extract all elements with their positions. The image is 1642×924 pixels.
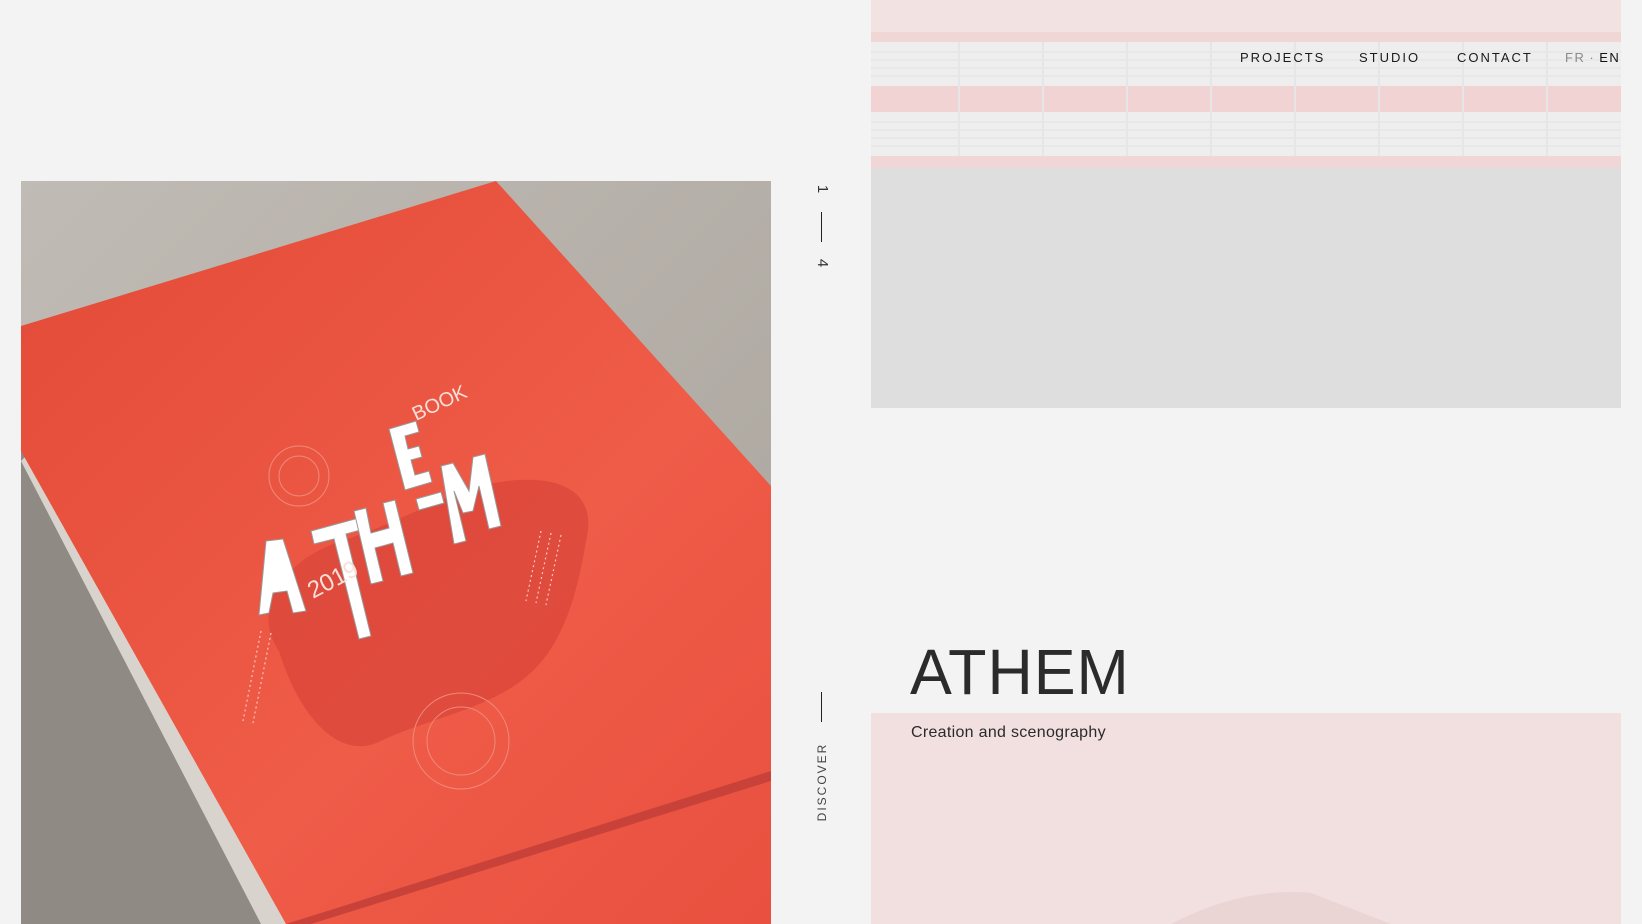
discover-divider-icon — [821, 692, 822, 722]
project-photo-next[interactable] — [871, 713, 1621, 924]
discover-button[interactable]: DISCOVER — [814, 732, 830, 832]
slide-counter-current: 1 — [814, 184, 831, 194]
project-photo-book-cover[interactable]: BOOK 2019 — [21, 181, 771, 924]
project-subtitle: Creation and scenography — [911, 724, 1106, 741]
counter-divider-icon — [821, 212, 822, 242]
language-en[interactable]: EN — [1599, 50, 1620, 65]
project-title: ATHEM — [910, 636, 1130, 708]
book-cover-faded-illustration — [871, 713, 1621, 924]
nav-link-studio[interactable]: STUDIO — [1359, 48, 1420, 68]
language-fr[interactable]: FR — [1565, 50, 1585, 65]
language-separator: · — [1589, 50, 1596, 65]
nav-link-projects[interactable]: PROJECTS — [1240, 48, 1325, 68]
book-cover-illustration: BOOK 2019 — [21, 181, 771, 924]
nav-link-contact[interactable]: CONTACT — [1457, 48, 1533, 68]
slide-counter-total: 4 — [814, 258, 831, 268]
language-switcher: FR · EN — [1565, 48, 1620, 68]
